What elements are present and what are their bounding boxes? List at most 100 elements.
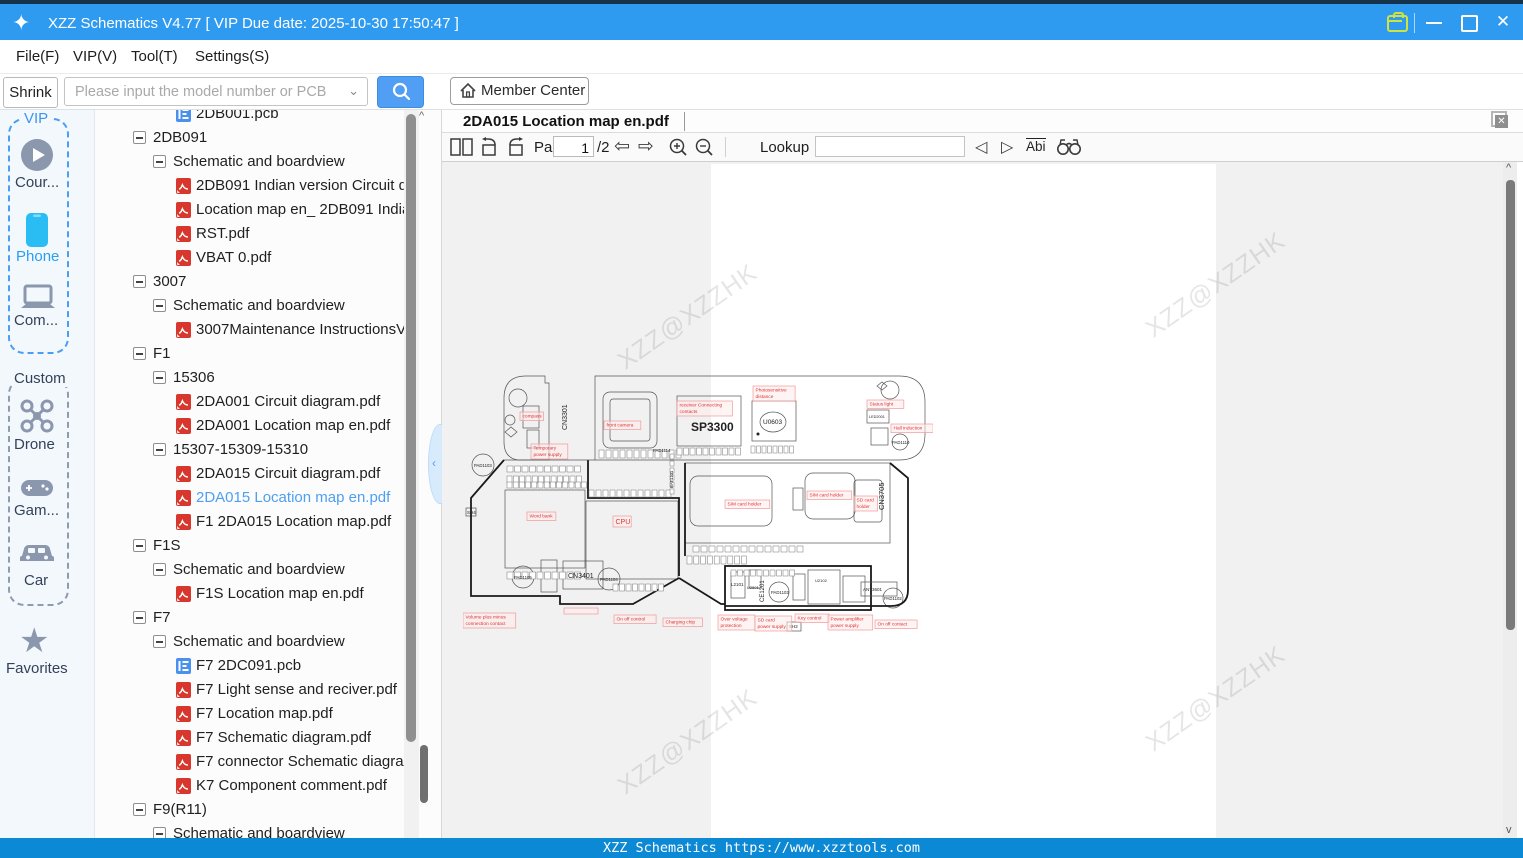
collapse-minus-icon[interactable]	[133, 347, 146, 360]
collapse-minus-icon[interactable]	[133, 131, 146, 144]
collapse-minus-icon[interactable]	[153, 827, 166, 838]
favorites-star-icon[interactable]: ★	[19, 624, 49, 658]
rotate-right-icon[interactable]	[505, 137, 527, 157]
tree-file-row[interactable]: 2DA015 Circuit diagram.pdf	[95, 462, 441, 486]
sidebar-item-game[interactable]: Gam...	[14, 502, 59, 519]
tree-file-row[interactable]: 2DA015 Location map en.pdf	[95, 486, 441, 510]
tree-folder-row[interactable]: F7	[95, 606, 441, 630]
find-previous-icon[interactable]: ◁	[975, 137, 987, 157]
tree-item-label[interactable]: F7	[153, 609, 171, 626]
tree-scrollbar-thumb[interactable]	[406, 114, 416, 742]
two-page-view-icon[interactable]	[450, 138, 474, 156]
tree-folder-row[interactable]: F1	[95, 342, 441, 366]
search-button[interactable]	[377, 76, 424, 108]
sidebar-item-phone[interactable]: Phone	[16, 248, 59, 265]
tree-file-row[interactable]: F7 Location map.pdf	[95, 702, 441, 726]
tree-item-label[interactable]: F7 connector Schematic diagrar	[196, 753, 409, 770]
tree-folder-row[interactable]: Schematic and boardview	[95, 294, 441, 318]
rotate-left-icon[interactable]	[478, 137, 500, 157]
minimize-button[interactable]	[1422, 12, 1448, 32]
close-button[interactable]: ✕	[1490, 13, 1516, 33]
tree-item-label[interactable]: VBAT 0.pdf	[196, 249, 271, 266]
tree-item-label[interactable]: 2DA015 Circuit diagram.pdf	[196, 465, 380, 482]
sidebar-item-car[interactable]: Car	[24, 572, 48, 589]
outer-scrollbar-thumb[interactable]	[420, 745, 428, 803]
tree-file-row[interactable]: F1S Location map en.pdf	[95, 582, 441, 606]
sidebar-item-course[interactable]: Cour...	[15, 174, 59, 191]
tree-item-label[interactable]: F7 2DC091.pcb	[196, 657, 301, 674]
menu-tool[interactable]: Tool(T)	[131, 48, 178, 65]
tree-folder-row[interactable]: 2DB091	[95, 126, 441, 150]
tree-item-label[interactable]: Schematic and boardview	[173, 561, 345, 578]
model-search-input[interactable]: Please input the model number or PCB ⌄	[64, 77, 368, 106]
car-icon[interactable]	[19, 540, 55, 571]
tree-item-label[interactable]: 2DB091	[153, 129, 207, 146]
tree-item-label[interactable]: Location map en_ 2DB091 India	[196, 201, 410, 218]
tree-item-label[interactable]: 3007	[153, 273, 186, 290]
tree-item-label[interactable]: F1S Location map en.pdf	[196, 585, 364, 602]
tree-file-row[interactable]: F7 Schematic diagram.pdf	[95, 726, 441, 750]
shrink-button[interactable]: Shrink	[3, 77, 58, 108]
tree-file-row[interactable]: F1 2DA015 Location map.pdf	[95, 510, 441, 534]
close-tab-button[interactable]: ✕	[1495, 115, 1508, 128]
collapse-minus-icon[interactable]	[133, 275, 146, 288]
collapse-minus-icon[interactable]	[133, 803, 146, 816]
zoom-out-icon[interactable]	[694, 137, 715, 158]
tree-item-label[interactable]: Schematic and boardview	[173, 153, 345, 170]
maximize-button[interactable]	[1456, 12, 1482, 32]
tree-folder-row[interactable]: F9(R11)	[95, 798, 441, 822]
prev-page-icon[interactable]: ⇦	[614, 135, 630, 158]
lookup-input[interactable]	[815, 136, 965, 157]
tree-folder-row[interactable]: Schematic and boardview	[95, 150, 441, 174]
tree-file-row[interactable]: VBAT 0.pdf	[95, 246, 441, 270]
collapse-minus-icon[interactable]	[153, 155, 166, 168]
collapse-minus-icon[interactable]	[153, 635, 166, 648]
chevron-down-icon[interactable]: ⌄	[348, 83, 359, 99]
tree-file-row[interactable]: 2DB001.pcb	[95, 110, 441, 126]
next-page-icon[interactable]: ⇨	[638, 135, 654, 158]
tree-item-label[interactable]: 2DA015 Location map en.pdf	[196, 489, 390, 506]
tree-item-label[interactable]: F9(R11)	[153, 801, 207, 818]
gamepad-icon[interactable]	[21, 478, 53, 503]
tree-file-row[interactable]: K7 Component comment.pdf	[95, 774, 441, 798]
viewer-scroll-up-icon[interactable]: ^	[1506, 162, 1511, 174]
tree-file-row[interactable]: RST.pdf	[95, 222, 441, 246]
collapse-minus-icon[interactable]	[153, 299, 166, 312]
menu-settings[interactable]: Settings(S)	[195, 48, 269, 65]
tree-item-label[interactable]: F7 Light sense and reciver.pdf	[196, 681, 397, 698]
phone-icon[interactable]	[25, 212, 49, 253]
tree-item-label[interactable]: 3007Maintenance InstructionsV	[196, 321, 406, 338]
sidebar-item-computer[interactable]: Com...	[14, 312, 58, 329]
collapse-minus-icon[interactable]	[133, 611, 146, 624]
tree-item-label[interactable]: Schematic and boardview	[173, 825, 345, 838]
find-next-icon[interactable]: ▷	[1001, 137, 1013, 157]
tree-item-label[interactable]: F1S	[153, 537, 181, 554]
tree-item-label[interactable]: 2DB091 Indian version Circuit d	[196, 177, 407, 194]
tree-item-label[interactable]: 2DA001 Location map en.pdf	[196, 417, 390, 434]
match-case-toggle[interactable]: Abi	[1026, 138, 1046, 154]
tree-file-row[interactable]: F7 connector Schematic diagrar	[95, 750, 441, 774]
tree-folder-row[interactable]: 3007	[95, 270, 441, 294]
tree-file-row[interactable]: F7 2DC091.pcb	[95, 654, 441, 678]
tree-folder-row[interactable]: Schematic and boardview	[95, 822, 441, 838]
tree-scroll-up-icon[interactable]: ^	[419, 110, 424, 122]
tree-item-label[interactable]: Schematic and boardview	[173, 297, 345, 314]
tree-folder-row[interactable]: 15307-15309-15310	[95, 438, 441, 462]
tree-item-label[interactable]: K7 Component comment.pdf	[196, 777, 387, 794]
tree-folder-row[interactable]: 15306	[95, 366, 441, 390]
tree-file-row[interactable]: 2DA001 Location map en.pdf	[95, 414, 441, 438]
menu-file[interactable]: File(F)	[16, 48, 59, 65]
drone-icon[interactable]	[19, 398, 55, 439]
tree-file-row[interactable]: Location map en_ 2DB091 India	[95, 198, 441, 222]
collapse-minus-icon[interactable]	[153, 443, 166, 456]
pdf-viewer-canvas[interactable]: CN3301SP3300U0603CN3705CN3401PAD1103PAD1…	[442, 162, 1503, 838]
tree-item-label[interactable]: F1	[153, 345, 171, 362]
menu-vip[interactable]: VIP(V)	[73, 48, 117, 65]
tree-file-row[interactable]: F7 Light sense and reciver.pdf	[95, 678, 441, 702]
course-play-icon[interactable]	[20, 138, 54, 177]
tree-file-row[interactable]: 2DA001 Circuit diagram.pdf	[95, 390, 441, 414]
tree-folder-row[interactable]: Schematic and boardview	[95, 558, 441, 582]
tree-item-label[interactable]: F7 Location map.pdf	[196, 705, 333, 722]
viewer-scroll-down-icon[interactable]: v	[1506, 824, 1512, 836]
tree-folder-row[interactable]: Schematic and boardview	[95, 630, 441, 654]
